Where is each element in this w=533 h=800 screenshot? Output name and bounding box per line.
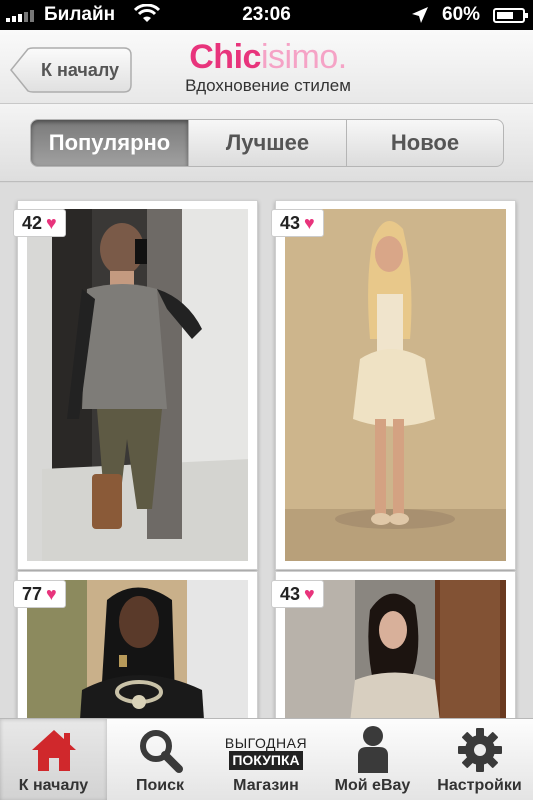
heart-icon: ♥ xyxy=(304,584,315,604)
tab-best[interactable]: Лучшее xyxy=(188,119,347,167)
like-count-badge[interactable]: 42 ♥ xyxy=(13,209,66,237)
battery-icon xyxy=(493,8,528,23)
tab-home-label: К началу xyxy=(18,777,89,794)
outfit-card[interactable]: 43 ♥ xyxy=(271,571,516,718)
tab-bar: К началу Поиск ВЫГОДНАЯ ПОКУПКА Магазин … xyxy=(0,718,533,800)
tab-search[interactable]: Поиск xyxy=(107,719,213,800)
like-count-badge[interactable]: 77 ♥ xyxy=(13,580,66,608)
outfit-photo[interactable] xyxy=(27,209,248,561)
heart-icon: ♥ xyxy=(304,213,315,233)
deal-icon-text-bottom: ПОКУПКА xyxy=(229,750,303,770)
home-icon xyxy=(31,730,76,771)
back-button-label: К началу xyxy=(40,60,120,80)
tab-settings[interactable]: Настройки xyxy=(426,719,533,800)
tab-my-ebay-label: Мой eBay xyxy=(334,777,411,794)
tab-shop-label: Магазин xyxy=(233,777,299,794)
tab-shop[interactable]: ВЫГОДНАЯ ПОКУПКА Магазин xyxy=(213,719,319,800)
tab-new[interactable]: Новое xyxy=(346,119,504,167)
like-count: 42 xyxy=(22,213,43,233)
heart-icon: ♥ xyxy=(46,584,57,604)
search-icon xyxy=(140,730,183,773)
like-count: 43 xyxy=(280,213,301,233)
ebay-deal-icon: ВЫГОДНАЯ ПОКУПКА xyxy=(225,735,307,770)
gear-icon xyxy=(457,728,502,772)
person-icon xyxy=(357,726,388,773)
like-count-badge[interactable]: 43 ♥ xyxy=(271,209,324,237)
like-count-badge[interactable]: 43 ♥ xyxy=(271,580,324,608)
app-logo: Chicisimo. Вдохновение стилем xyxy=(168,38,368,96)
like-count: 77 xyxy=(22,584,43,604)
app-tagline: Вдохновение стилем xyxy=(185,76,351,95)
tab-popular[interactable]: Популярно xyxy=(30,119,189,167)
status-bar: Билайн 23:06 60% xyxy=(0,0,533,30)
filter-segment-bar: Популярно Лучшее Новое xyxy=(0,104,533,182)
outfit-feed: 42 ♥ 43 ♥ 77 ♥ 43 ♥ xyxy=(0,183,533,718)
brand-name-part1: Chic xyxy=(189,38,261,76)
tab-search-label: Поиск xyxy=(135,777,184,794)
outfit-card[interactable]: 42 ♥ xyxy=(13,200,258,570)
location-arrow-icon xyxy=(410,5,430,31)
outfit-card[interactable]: 43 ♥ xyxy=(271,200,516,570)
tab-settings-label: Настройки xyxy=(437,777,522,794)
heart-icon: ♥ xyxy=(46,213,57,233)
brand-name-part2: isimo. xyxy=(260,38,347,76)
deal-icon-text-top: ВЫГОДНАЯ xyxy=(224,734,308,751)
outfit-card[interactable]: 77 ♥ xyxy=(13,571,258,718)
tab-my-ebay[interactable]: Мой eBay xyxy=(319,719,426,800)
nav-header: К началу Chicisimo. Вдохновение стилем xyxy=(0,30,533,104)
like-count: 43 xyxy=(280,584,301,604)
outfit-photo[interactable] xyxy=(285,209,506,561)
tab-home[interactable]: К началу xyxy=(0,719,107,800)
back-button[interactable]: К началу xyxy=(10,47,132,93)
battery-percent: 60% xyxy=(442,4,481,25)
